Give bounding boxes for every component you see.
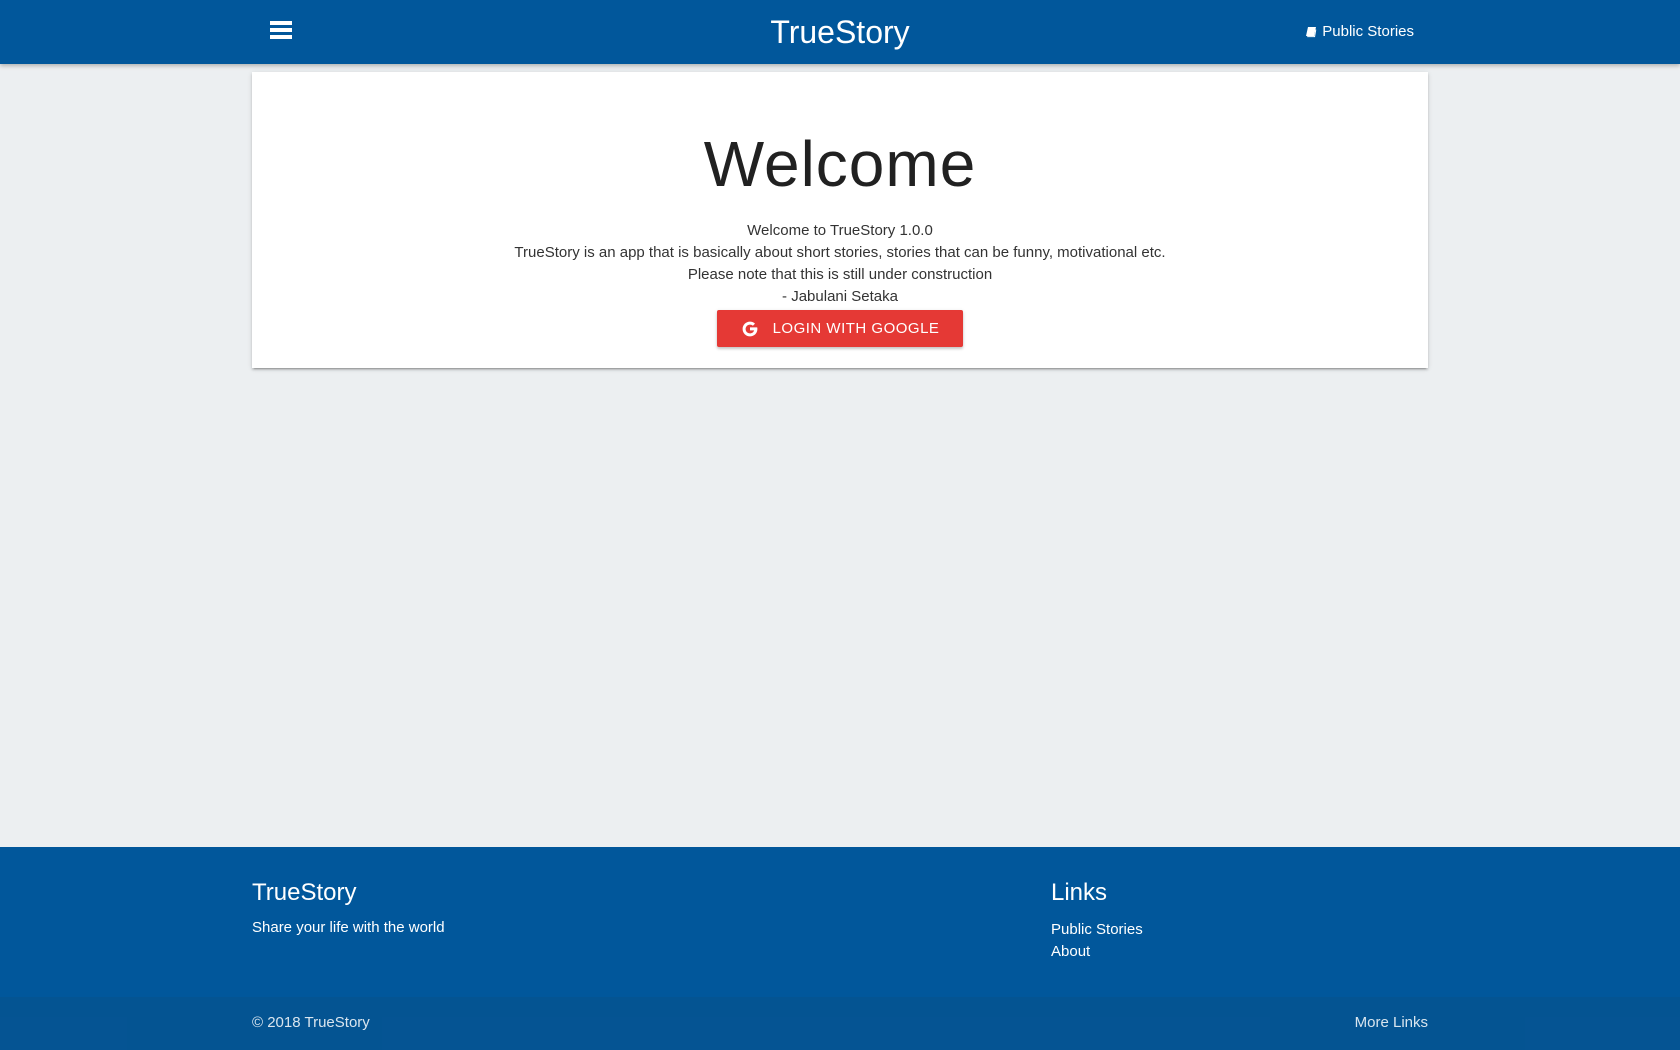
footer-copyright-inner: © 2018 TrueStory More Links	[252, 997, 1428, 1050]
intro-line: Please note that this is still under con…	[687, 266, 993, 283]
footer-links-section: Links Public Stories About	[1051, 877, 1143, 963]
copyright-text: © 2018 TrueStory	[252, 1014, 370, 1031]
brand-logo[interactable]: TrueStory	[770, 14, 909, 50]
footer-link-item: Public Stories	[1051, 919, 1143, 941]
page-footer: TrueStory Share your life with the world…	[0, 847, 1680, 1050]
menu-bar	[270, 21, 292, 25]
menu-bar	[270, 28, 292, 32]
welcome-card: Welcome Welcome to TrueStory 1.0.0 TrueS…	[252, 72, 1428, 368]
intro-text: Welcome to TrueStory 1.0.0 TrueStory is …	[252, 220, 1428, 308]
footer-link-item: About	[1051, 941, 1143, 963]
footer-link-about[interactable]: About	[1051, 943, 1090, 960]
intro-line: Welcome to TrueStory 1.0.0	[747, 222, 933, 239]
navbar: TrueStory Public Stories	[0, 0, 1680, 64]
footer-inner: TrueStory Share your life with the world…	[252, 847, 1428, 997]
google-icon	[742, 321, 757, 336]
footer-link-public-stories[interactable]: Public Stories	[1051, 921, 1143, 938]
navbar-inner: TrueStory Public Stories	[252, 0, 1428, 64]
public-stories-label: Public Stories	[1322, 23, 1414, 40]
menu-bar	[270, 35, 292, 39]
intro-author: - Jabulani Setaka	[782, 288, 898, 305]
footer-about: TrueStory Share your life with the world	[252, 877, 445, 936]
hamburger-menu-icon[interactable]	[266, 18, 296, 44]
book-icon	[1306, 27, 1317, 38]
brand-container: TrueStory	[252, 0, 1428, 64]
login-button-label: LOGIN WITH GOOGLE	[772, 320, 940, 337]
public-stories-link[interactable]: Public Stories	[1305, 0, 1414, 64]
footer-links-heading: Links	[1051, 879, 1108, 906]
more-links-link[interactable]: More Links	[1355, 997, 1428, 1049]
footer-tagline: Share your life with the world	[252, 919, 445, 936]
login-with-google-button[interactable]: LOGIN WITH GOOGLE	[717, 310, 963, 347]
footer-brand: TrueStory	[252, 879, 357, 906]
footer-links-list: Public Stories About	[1051, 919, 1143, 963]
intro-line: TrueStory is an app that is basically ab…	[514, 244, 1166, 261]
footer-copyright-bar: © 2018 TrueStory More Links	[0, 997, 1680, 1050]
welcome-title: Welcome	[703, 128, 977, 200]
